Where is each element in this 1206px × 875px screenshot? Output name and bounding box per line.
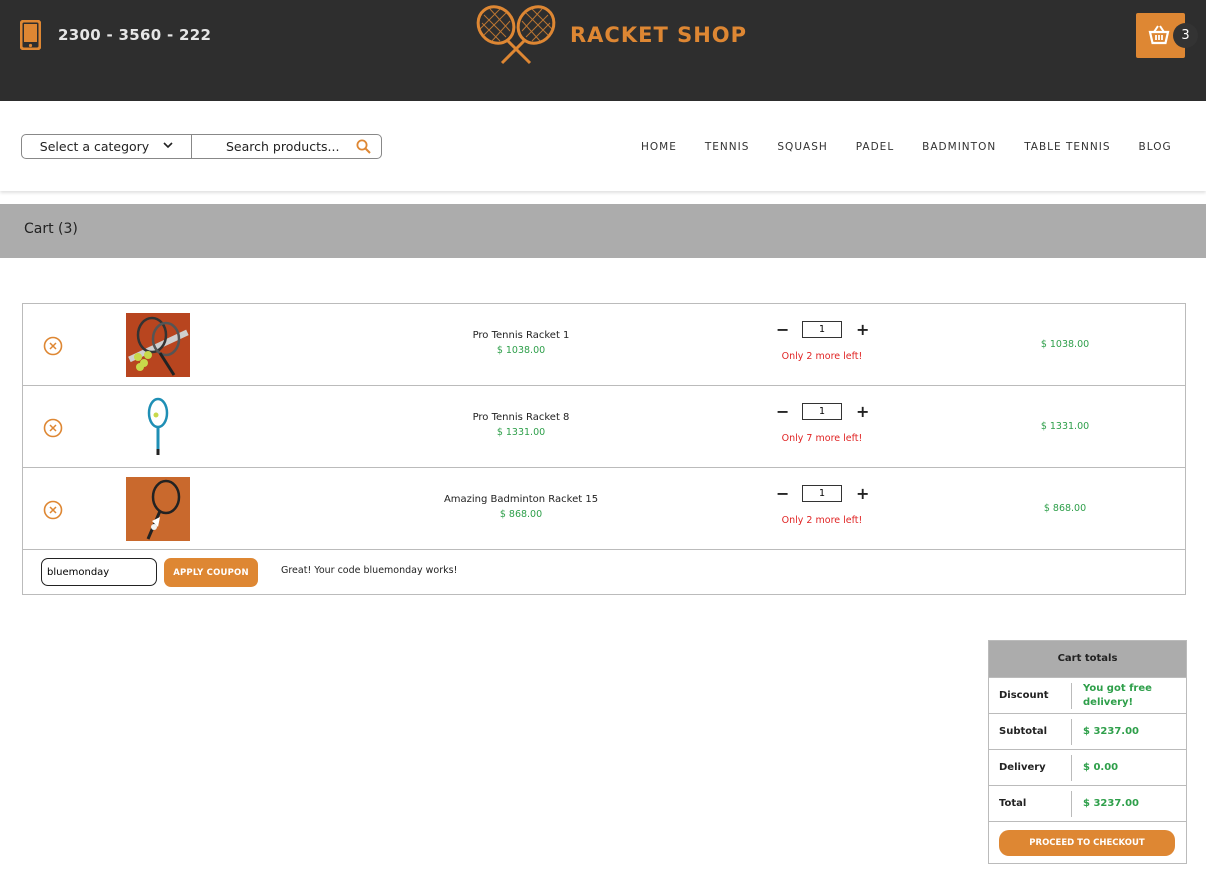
totals-label: Discount bbox=[999, 690, 1049, 701]
nav-squash[interactable]: SQUASH bbox=[777, 141, 827, 153]
apply-coupon-button[interactable]: APPLY COUPON bbox=[164, 558, 258, 587]
cart-table: Pro Tennis Racket 1 $ 1038.00 − + Only 2… bbox=[22, 303, 1186, 595]
stock-warning: Only 2 more left! bbox=[781, 351, 863, 362]
cart-row: Amazing Badminton Racket 15 $ 868.00 − +… bbox=[23, 468, 1185, 550]
cart-count-badge: 3 bbox=[1173, 23, 1198, 48]
line-total: $ 868.00 bbox=[1043, 503, 1087, 514]
divider bbox=[1071, 683, 1072, 709]
cart-row: Pro Tennis Racket 1 $ 1038.00 − + Only 2… bbox=[23, 304, 1185, 386]
totals-value: $ 3237.00 bbox=[1083, 798, 1139, 809]
remove-item-icon[interactable] bbox=[43, 500, 63, 520]
main-menu: HOME TENNIS SQUASH PADEL BADMINTON TABLE… bbox=[641, 141, 1200, 153]
page-title-bar: Cart (3) bbox=[0, 204, 1206, 258]
divider bbox=[1071, 755, 1072, 781]
divider bbox=[1071, 719, 1072, 745]
proceed-to-checkout-button[interactable]: PROCEED TO CHECKOUT bbox=[999, 830, 1175, 856]
increase-qty-button[interactable]: + bbox=[856, 320, 869, 339]
cart-totals-title: Cart totals bbox=[989, 641, 1186, 677]
totals-label: Subtotal bbox=[999, 726, 1048, 737]
product-name[interactable]: Pro Tennis Racket 8 bbox=[421, 412, 621, 423]
search-icon[interactable] bbox=[356, 139, 371, 154]
navigation-bar: Select a category HOME TENNIS SQUASH PAD… bbox=[0, 101, 1206, 191]
totals-row-subtotal: Subtotal $ 3237.00 bbox=[989, 713, 1186, 749]
remove-item-icon[interactable] bbox=[43, 418, 63, 438]
crossed-rackets-logo-icon bbox=[476, 5, 556, 65]
product-thumbnail[interactable] bbox=[126, 477, 190, 541]
stock-warning: Only 7 more left! bbox=[781, 433, 863, 444]
quantity-input[interactable] bbox=[802, 485, 842, 502]
cart-row: Pro Tennis Racket 8 $ 1331.00 − + Only 7… bbox=[23, 386, 1185, 468]
search-input[interactable] bbox=[226, 135, 376, 158]
nav-badminton[interactable]: BADMINTON bbox=[922, 141, 996, 153]
site-logo[interactable]: RACKET SHOP bbox=[468, 3, 747, 67]
category-select[interactable]: Select a category bbox=[22, 135, 192, 158]
product-thumbnail[interactable] bbox=[126, 395, 190, 459]
increase-qty-button[interactable]: + bbox=[856, 402, 869, 421]
coupon-input[interactable] bbox=[41, 558, 157, 586]
nav-table-tennis[interactable]: TABLE TENNIS bbox=[1024, 141, 1110, 153]
totals-value: $ 3237.00 bbox=[1083, 726, 1139, 737]
product-name[interactable]: Amazing Badminton Racket 15 bbox=[421, 494, 621, 505]
product-name[interactable]: Pro Tennis Racket 1 bbox=[421, 330, 621, 341]
phone-icon bbox=[20, 20, 41, 50]
divider bbox=[1071, 791, 1072, 817]
nav-blog[interactable]: BLOG bbox=[1139, 141, 1172, 153]
top-header: 2300 - 3560 - 222 RACKET SHOP 3 bbox=[0, 0, 1206, 101]
checkout-container: PROCEED TO CHECKOUT bbox=[989, 821, 1186, 863]
quantity-stepper: − + bbox=[769, 484, 879, 504]
totals-row-total: Total $ 3237.00 bbox=[989, 785, 1186, 821]
decrease-qty-button[interactable]: − bbox=[776, 484, 789, 503]
product-search: Select a category bbox=[21, 134, 382, 159]
quantity-input[interactable] bbox=[802, 321, 842, 338]
line-total: $ 1038.00 bbox=[1040, 339, 1090, 350]
line-total: $ 1331.00 bbox=[1040, 421, 1090, 432]
phone-number[interactable]: 2300 - 3560 - 222 bbox=[58, 26, 211, 44]
chevron-down-icon bbox=[163, 141, 173, 152]
coupon-row: APPLY COUPON Great! Your code bluemonday… bbox=[23, 550, 1185, 594]
quantity-input[interactable] bbox=[802, 403, 842, 420]
cart-totals: Cart totals Discount You got free delive… bbox=[988, 640, 1187, 864]
quantity-stepper: − + bbox=[769, 402, 879, 422]
product-price: $ 1038.00 bbox=[496, 345, 546, 356]
totals-label: Total bbox=[999, 798, 1027, 809]
nav-home[interactable]: HOME bbox=[641, 141, 677, 153]
product-price: $ 1331.00 bbox=[496, 427, 546, 438]
decrease-qty-button[interactable]: − bbox=[776, 402, 789, 421]
stock-warning: Only 2 more left! bbox=[781, 515, 863, 526]
quantity-stepper: − + bbox=[769, 320, 879, 340]
totals-label: Delivery bbox=[999, 762, 1046, 773]
totals-value: $ 0.00 bbox=[1083, 762, 1119, 773]
page-title: Cart (3) bbox=[24, 221, 78, 237]
totals-row-discount: Discount You got free delivery! bbox=[989, 677, 1186, 713]
decrease-qty-button[interactable]: − bbox=[776, 320, 789, 339]
brand-name: RACKET SHOP bbox=[570, 23, 748, 47]
increase-qty-button[interactable]: + bbox=[856, 484, 869, 503]
nav-padel[interactable]: PADEL bbox=[856, 141, 894, 153]
product-thumbnail[interactable] bbox=[126, 313, 190, 377]
category-select-label: Select a category bbox=[39, 139, 150, 154]
nav-tennis[interactable]: TENNIS bbox=[705, 141, 750, 153]
phone-contact[interactable]: 2300 - 3560 - 222 bbox=[20, 20, 211, 50]
totals-row-delivery: Delivery $ 0.00 bbox=[989, 749, 1186, 785]
coupon-success-message: Great! Your code bluemonday works! bbox=[281, 565, 458, 576]
remove-item-icon[interactable] bbox=[43, 336, 63, 356]
totals-value: You got free delivery! bbox=[1083, 683, 1152, 708]
basket-icon bbox=[1148, 25, 1170, 45]
product-price: $ 868.00 bbox=[499, 509, 543, 520]
